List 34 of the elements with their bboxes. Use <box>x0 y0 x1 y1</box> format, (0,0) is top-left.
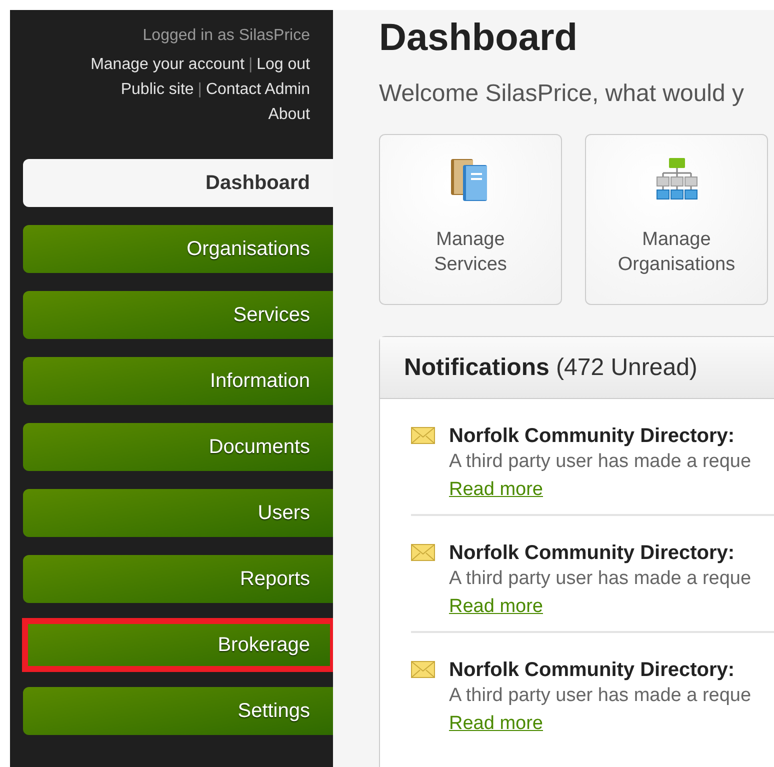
sidebar-nav-item[interactable]: Organisations <box>23 225 333 273</box>
read-more-link[interactable]: Read more <box>449 591 543 623</box>
envelope-icon <box>411 661 435 678</box>
welcome-text: Welcome SilasPrice, what would y <box>379 79 746 109</box>
notification-title: Norfolk Community Directory: <box>449 658 736 683</box>
link-separator: | <box>198 81 202 98</box>
dashboard-tile[interactable]: Manage Organisations <box>585 134 768 305</box>
link-separator: | <box>248 56 253 73</box>
notification-text: A third party user has made a reque <box>449 567 752 591</box>
sidebar-nav-item[interactable]: Brokerage <box>25 621 333 669</box>
header-link[interactable]: Contact Admin <box>206 81 310 98</box>
read-more-link[interactable]: Read more <box>449 474 543 506</box>
notification-text: A third party user has made a reque <box>449 450 752 474</box>
envelope-icon <box>411 544 435 561</box>
sidebar-nav-item[interactable]: Users <box>23 489 333 537</box>
header-link[interactable]: Public site <box>120 81 194 98</box>
login-status-text: Logged in as SilasPrice <box>142 26 310 46</box>
sidebar-nav-item[interactable]: Settings <box>23 687 333 735</box>
read-more-link[interactable]: Read more <box>449 708 543 740</box>
sidebar-nav-item[interactable]: Information <box>23 357 333 405</box>
notification-title: Norfolk Community Directory: <box>449 424 736 449</box>
header-link[interactable]: Manage your account <box>90 56 244 73</box>
page-title: Dashboard <box>379 16 578 61</box>
panel-heading: Notifications (472 Unread) <box>380 337 774 399</box>
header-link[interactable]: Log out <box>256 56 310 73</box>
dashboard-tile[interactable]: Manage Services <box>379 134 562 305</box>
notification-text: A third party user has made a reque <box>449 684 752 708</box>
sidebar-nav-item[interactable]: Documents <box>23 423 333 471</box>
header-link[interactable]: About <box>268 106 310 123</box>
envelope-icon <box>411 427 435 444</box>
sidebar-nav-item[interactable]: Dashboard <box>23 159 333 207</box>
sidebar-nav-item[interactable]: Services <box>23 291 333 339</box>
sidebar-nav-item[interactable]: Reports <box>23 555 333 603</box>
notification-title: Norfolk Community Directory: <box>449 541 736 566</box>
